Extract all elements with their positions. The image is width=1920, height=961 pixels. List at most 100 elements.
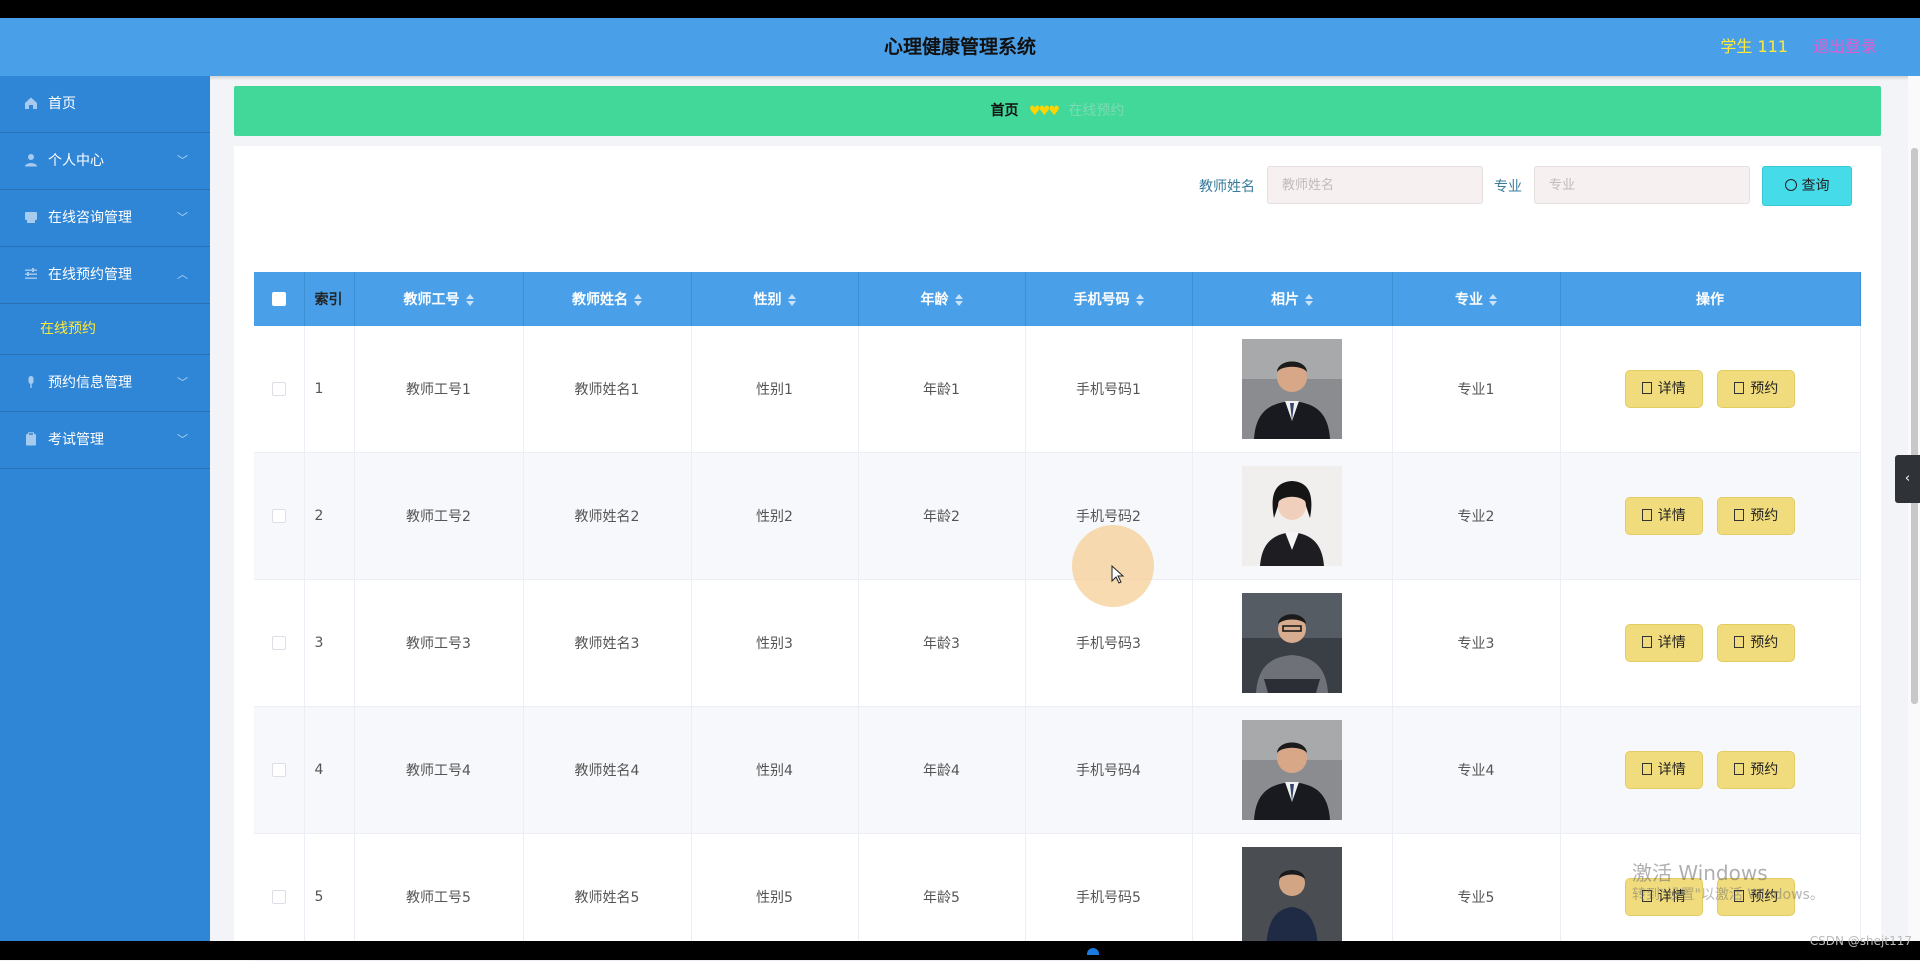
teacher-table: 索引 教师工号 教师姓名 性别 年龄 手机号码 相片 专业 操作 1 教师工号1…	[254, 272, 1861, 961]
row-checkbox[interactable]	[271, 382, 286, 396]
csdn-credit: CSDN @shejt117	[1809, 934, 1912, 948]
reserve-button-label: 预约	[1750, 381, 1779, 397]
sidebar: 首页 个人中心 ﹀ 在线咨询管理 ﹀ 在线预约管理 ︿ 在线预约 预约信息管理 …	[0, 76, 210, 941]
reserve-button[interactable]: 预约	[1717, 370, 1796, 408]
column-header-label: 专业	[1455, 292, 1483, 308]
mouse-pointer-icon	[1111, 565, 1125, 584]
reserve-button-label: 预约	[1750, 635, 1779, 651]
sort-icon[interactable]	[1135, 294, 1144, 306]
age-cell: 年龄1	[858, 326, 1026, 453]
row-select-cell	[254, 452, 305, 580]
row-checkbox[interactable]	[271, 636, 286, 650]
gender-cell: 性别1	[691, 326, 859, 453]
detail-button[interactable]: 详情	[1624, 751, 1703, 789]
sidebar-item-label: 个人中心	[48, 153, 104, 169]
sort-icon[interactable]	[465, 294, 474, 306]
index-cell: 4	[304, 706, 355, 834]
teacher-photo[interactable]	[1242, 593, 1342, 693]
search-icon	[1784, 179, 1797, 191]
sort-icon[interactable]	[1489, 294, 1497, 306]
progress-indicator	[1087, 948, 1099, 955]
reserve-button-label: 预约	[1750, 508, 1779, 524]
detail-button[interactable]: 详情	[1624, 370, 1703, 408]
teacher-id-cell: 教师工号3	[354, 579, 524, 707]
document-icon	[1641, 636, 1652, 648]
row-checkbox[interactable]	[271, 509, 286, 523]
document-icon	[1734, 763, 1745, 775]
sort-icon[interactable]	[787, 294, 796, 306]
sort-icon[interactable]	[954, 294, 963, 306]
actions-cell: 详情 预约	[1560, 326, 1861, 453]
teacher-id-cell: 教师工号2	[354, 452, 524, 580]
teacher-name-input[interactable]	[1267, 166, 1483, 204]
age-cell: 年龄3	[858, 579, 1026, 707]
age-cell: 年龄2	[858, 452, 1026, 580]
clipboard-icon	[26, 432, 36, 446]
sidebar-item-home[interactable]: 首页	[0, 76, 210, 133]
teacher-photo[interactable]	[1242, 339, 1342, 439]
select-all-cell	[254, 272, 305, 326]
mic-icon	[28, 376, 34, 388]
reserve-button[interactable]: 预约	[1717, 751, 1796, 789]
logout-link[interactable]: 退出登录	[1813, 18, 1877, 76]
row-checkbox[interactable]	[271, 763, 286, 777]
sidebar-item-booking-info[interactable]: 预约信息管理 ﹀	[0, 355, 210, 412]
index-cell: 2	[304, 452, 355, 580]
reserve-button[interactable]: 预约	[1717, 497, 1796, 535]
current-user: 学生 111	[1720, 37, 1788, 56]
column-header-photo[interactable]: 相片	[1192, 272, 1393, 326]
sort-icon[interactable]	[634, 294, 642, 306]
sidebar-subitem-online-booking[interactable]: 在线预约	[0, 304, 210, 355]
select-all-checkbox[interactable]	[271, 292, 286, 306]
breadcrumb-home[interactable]: 首页	[991, 103, 1019, 119]
windows-activation-hint: 转到"设置"以激活 Windows。	[1632, 887, 1824, 903]
chevron-up-icon: ︿	[177, 268, 188, 281]
sidebar-item-exam[interactable]: 考试管理 ﹀	[0, 412, 210, 469]
column-header-teacher-id[interactable]: 教师工号	[354, 272, 524, 326]
gender-cell: 性别2	[691, 452, 859, 580]
sidebar-item-label: 在线咨询管理	[48, 210, 132, 226]
photo-cell	[1192, 452, 1393, 580]
column-header-label: 年龄	[920, 292, 949, 308]
row-checkbox[interactable]	[271, 890, 286, 904]
column-header-major[interactable]: 专业	[1392, 272, 1561, 326]
teacher-name-label: 教师姓名	[1199, 179, 1255, 195]
teacher-id-cell: 教师工号4	[354, 706, 524, 834]
column-header-teacher-name[interactable]: 教师姓名	[523, 272, 692, 326]
column-header-phone[interactable]: 手机号码	[1025, 272, 1193, 326]
sort-icon[interactable]	[1305, 294, 1313, 306]
sidebar-item-consult[interactable]: 在线咨询管理 ﹀	[0, 190, 210, 247]
detail-button[interactable]: 详情	[1624, 497, 1703, 535]
scrollbar-thumb[interactable]	[1911, 148, 1918, 704]
table-row: 4 教师工号4 教师姓名4 性别4 年龄4 手机号码4 专业4 详情 预约	[254, 706, 1861, 834]
table-row: 2 教师工号2 教师姓名2 性别2 年龄2 手机号码2 专业2 详情 预约	[254, 452, 1861, 580]
teacher-photo[interactable]	[1242, 720, 1342, 820]
sidebar-item-booking-mgmt[interactable]: 在线预约管理 ︿	[0, 247, 210, 304]
document-icon	[1641, 509, 1652, 521]
reserve-button-label: 预约	[1750, 762, 1779, 778]
sidebar-item-label: 考试管理	[48, 432, 104, 448]
actions-cell: 详情 预约	[1560, 579, 1861, 707]
chevron-left-icon[interactable]: ‹	[1895, 455, 1920, 503]
document-icon	[1641, 763, 1652, 775]
major-input[interactable]	[1534, 166, 1750, 204]
teacher-name-cell: 教师姓名2	[523, 452, 692, 580]
row-select-cell	[254, 326, 305, 453]
document-icon	[1734, 382, 1745, 394]
teacher-photo[interactable]	[1242, 466, 1342, 566]
teacher-name-cell: 教师姓名1	[523, 326, 692, 453]
document-icon	[1734, 636, 1745, 648]
sliders-icon	[25, 268, 37, 279]
query-button-label: 查询	[1801, 178, 1830, 194]
column-header-index: 索引	[304, 272, 355, 326]
teacher-photo[interactable]	[1242, 847, 1342, 947]
query-button[interactable]: 查询	[1762, 166, 1852, 206]
detail-button[interactable]: 详情	[1624, 624, 1703, 662]
major-cell: 专业3	[1392, 579, 1561, 707]
column-header-gender[interactable]: 性别	[691, 272, 859, 326]
reserve-button[interactable]: 预约	[1717, 624, 1796, 662]
column-header-label: 教师姓名	[572, 292, 628, 308]
heart-separator-icon: ♥♥♥	[1029, 104, 1060, 119]
column-header-age[interactable]: 年龄	[858, 272, 1026, 326]
sidebar-item-profile[interactable]: 个人中心 ﹀	[0, 133, 210, 190]
